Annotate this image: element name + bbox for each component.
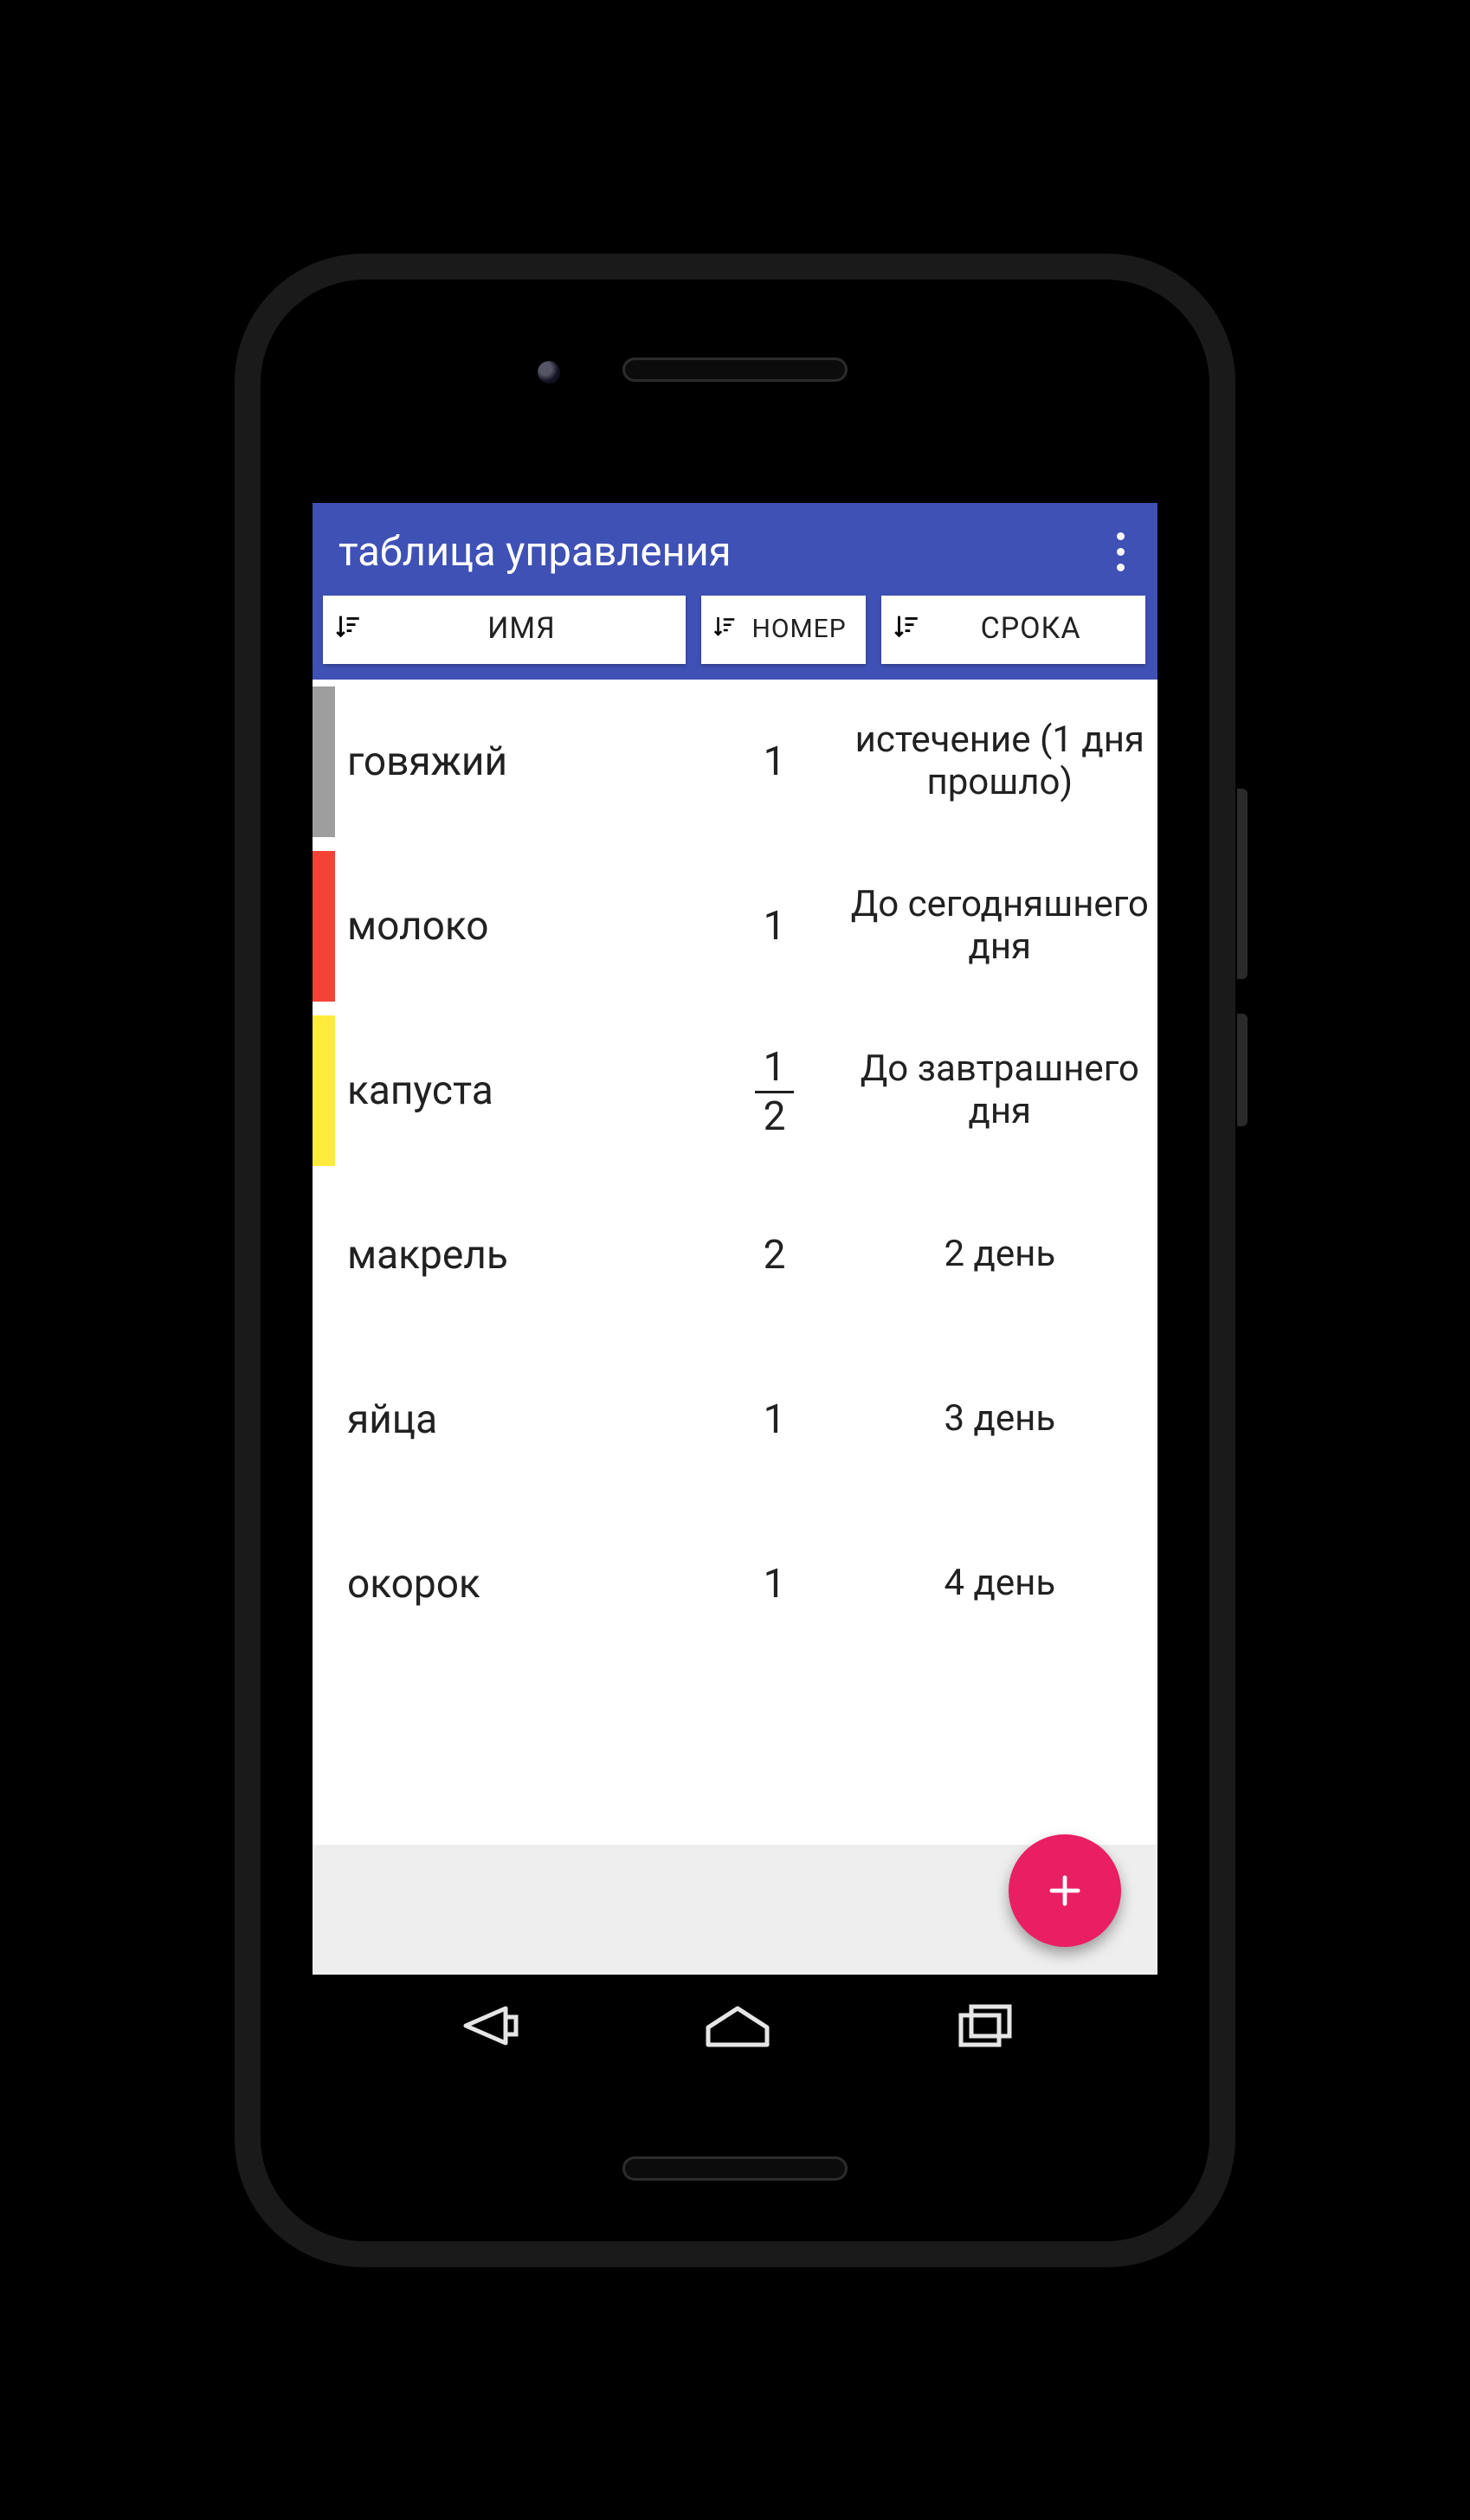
- item-expiry: 2 день: [842, 1234, 1157, 1275]
- screen: таблица управления ИМЯ: [313, 461, 1157, 2077]
- phone-frame: таблица управления ИМЯ: [233, 252, 1237, 2269]
- table-row[interactable]: окорок14 день: [313, 1502, 1157, 1666]
- sort-name-label: ИМЯ: [368, 614, 675, 645]
- overflow-menu-button[interactable]: [1110, 527, 1132, 577]
- sort-expiry-label: СРОКА: [926, 614, 1135, 645]
- items-list[interactable]: говяжий1истечение (1 дня прошло)молоко1Д…: [313, 680, 1157, 1975]
- item-quantity: 2: [706, 1232, 841, 1279]
- item-expiry: До завтрашнего дня: [842, 1048, 1157, 1132]
- sort-bar: ИМЯ НОМЕР: [313, 596, 1157, 680]
- status-marker: [313, 1015, 335, 1166]
- item-quantity: 1: [706, 1396, 841, 1443]
- status-marker: [313, 686, 335, 837]
- table-row[interactable]: макрель22 день: [313, 1173, 1157, 1337]
- android-nav-bar: [313, 1975, 1157, 2077]
- status-marker: [313, 1180, 335, 1331]
- item-expiry: истечение (1 дня прошло): [842, 719, 1157, 803]
- item-quantity: 1: [706, 903, 841, 950]
- item-name: окорок: [335, 1561, 706, 1608]
- table-row[interactable]: молоко1До сегодняшнего дня: [313, 844, 1157, 1009]
- sort-by-number-button[interactable]: НОМЕР: [701, 596, 866, 664]
- sort-by-expiry-button[interactable]: СРОКА: [881, 596, 1145, 664]
- item-quantity: 12: [706, 1044, 841, 1137]
- front-camera: [538, 361, 560, 383]
- item-name: говяжий: [335, 738, 706, 785]
- sort-by-name-button[interactable]: ИМЯ: [323, 596, 686, 664]
- status-marker: [313, 851, 335, 1002]
- table-row[interactable]: говяжий1истечение (1 дня прошло): [313, 680, 1157, 844]
- nav-back-button[interactable]: [454, 2001, 521, 2050]
- item-name: макрель: [335, 1232, 706, 1279]
- table-row[interactable]: яйца13 день: [313, 1337, 1157, 1502]
- sort-number-label: НОМЕР: [743, 615, 855, 643]
- item-name: молоко: [335, 903, 706, 950]
- phone-bezel: таблица управления ИМЯ: [261, 280, 1209, 2241]
- nav-recents-button[interactable]: [954, 2001, 1016, 2050]
- earpiece-speaker: [622, 358, 848, 382]
- nav-home-button[interactable]: [700, 2001, 776, 2050]
- bottom-speaker: [622, 2156, 848, 2181]
- item-name: капуста: [335, 1067, 706, 1114]
- volume-button: [1237, 789, 1248, 979]
- item-quantity: 1: [706, 1561, 841, 1608]
- app-bar: таблица управления: [313, 503, 1157, 596]
- item-name: яйца: [335, 1396, 706, 1443]
- app-title: таблица управления: [338, 528, 732, 576]
- sort-icon: [892, 611, 921, 648]
- power-button: [1237, 1014, 1248, 1126]
- item-quantity: 1: [706, 738, 841, 785]
- table-row[interactable]: капуста12До завтрашнего дня: [313, 1009, 1157, 1173]
- item-expiry: 3 день: [842, 1398, 1157, 1440]
- item-expiry: 4 день: [842, 1563, 1157, 1604]
- item-expiry: До сегодняшнего дня: [842, 884, 1157, 968]
- status-bar: [313, 461, 1157, 503]
- status-marker: [313, 1509, 335, 1660]
- status-marker: [313, 1344, 335, 1495]
- sort-icon: [333, 611, 363, 648]
- sort-icon: [712, 612, 738, 647]
- plus-icon: [1042, 1868, 1087, 1913]
- add-item-fab[interactable]: [1009, 1834, 1121, 1947]
